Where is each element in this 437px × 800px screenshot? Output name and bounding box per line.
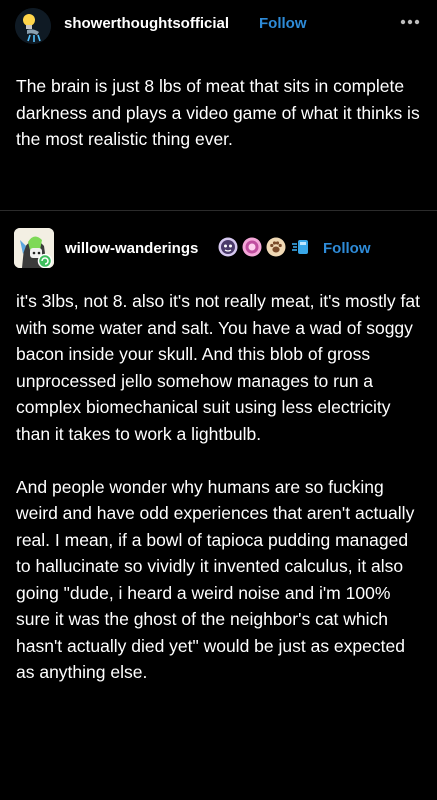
reply-paragraph: it's 3lbs, not 8. also it's not really m…: [16, 291, 420, 444]
op-post-text: The brain is just 8 lbs of meat that sit…: [16, 76, 420, 149]
post-divider: [0, 210, 437, 211]
purple-badge-icon[interactable]: [218, 237, 238, 257]
character-avatar-icon[interactable]: [14, 228, 54, 268]
op-follow-button[interactable]: Follow: [259, 15, 307, 32]
reply-username[interactable]: willow-wanderings: [65, 240, 198, 257]
showerhead-lightbulb-icon[interactable]: [15, 8, 51, 44]
blue-badge-icon[interactable]: [290, 237, 310, 257]
paw-badge-icon[interactable]: [266, 237, 286, 257]
original-post-header: showerthoughtsofficial Follow: [0, 0, 437, 52]
user-badges: [218, 236, 310, 258]
reply-paragraph: And people wonder why humans are so fuck…: [16, 476, 415, 683]
tumblr-post-view: showerthoughtsofficial Follow The brain …: [0, 0, 437, 800]
reply-follow-button[interactable]: Follow: [323, 240, 371, 257]
pink-badge-icon[interactable]: [242, 237, 262, 257]
op-username[interactable]: showerthoughtsofficial: [64, 15, 229, 32]
more-options-icon[interactable]: [399, 14, 421, 30]
reply-post-text: it's 3lbs, not 8. also it's not really m…: [16, 288, 426, 686]
